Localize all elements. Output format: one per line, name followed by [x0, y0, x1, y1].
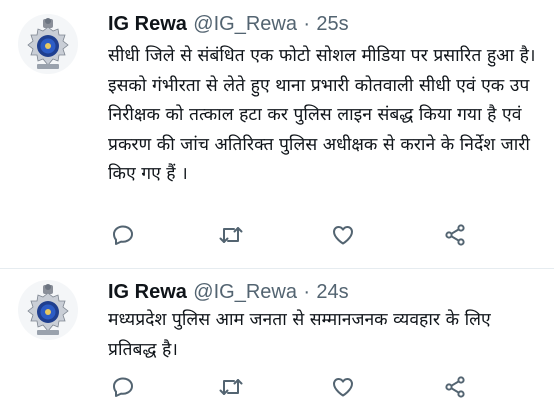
- timestamp[interactable]: 25s: [316, 13, 348, 35]
- retweet-icon: [219, 379, 243, 395]
- author-name[interactable]: IG Rewa: [108, 281, 187, 303]
- action-bar: [108, 372, 468, 402]
- tweet[interactable]: IG Rewa @IG_Rewa · 24s मध्यप्रदेश पुलिस …: [0, 268, 554, 414]
- dot-separator: ·: [303, 281, 310, 303]
- like-icon: [333, 226, 353, 245]
- tweet-header: IG Rewa @IG_Rewa · 24s: [108, 278, 349, 305]
- reply-icon: [113, 377, 133, 397]
- timestamp[interactable]: 24s: [316, 281, 348, 303]
- tweet-header: IG Rewa @IG_Rewa · 25s: [108, 10, 349, 37]
- author-name[interactable]: IG Rewa: [108, 13, 187, 35]
- tweet-text: मध्यप्रदेश पुलिस आम जनता से सम्मानजनक व्…: [108, 310, 491, 360]
- tweet[interactable]: IG Rewa @IG_Rewa · 25s सीधी जिले से संबं…: [0, 0, 554, 268]
- retweet-icon: [219, 227, 243, 243]
- avatar[interactable]: [18, 14, 78, 74]
- share-button[interactable]: [440, 220, 470, 250]
- reply-button[interactable]: [108, 372, 138, 402]
- reply-icon: [113, 225, 133, 245]
- like-button[interactable]: [328, 220, 358, 250]
- dot-separator: ·: [303, 13, 310, 35]
- share-icon: [445, 376, 465, 398]
- tweet-text: सीधी जिले से संबंधित एक फोटो सोशल मीडिया…: [108, 46, 536, 184]
- retweet-button[interactable]: [216, 220, 246, 250]
- share-button[interactable]: [440, 372, 470, 402]
- action-bar: [108, 220, 468, 250]
- like-button[interactable]: [328, 372, 358, 402]
- avatar[interactable]: [18, 280, 78, 340]
- police-emblem-icon: [27, 284, 69, 335]
- like-icon: [333, 378, 353, 397]
- author-handle[interactable]: @IG_Rewa: [193, 13, 297, 35]
- police-emblem-icon: [27, 18, 69, 69]
- retweet-button[interactable]: [216, 372, 246, 402]
- author-handle[interactable]: @IG_Rewa: [193, 281, 297, 303]
- reply-button[interactable]: [108, 220, 138, 250]
- share-icon: [445, 224, 465, 246]
